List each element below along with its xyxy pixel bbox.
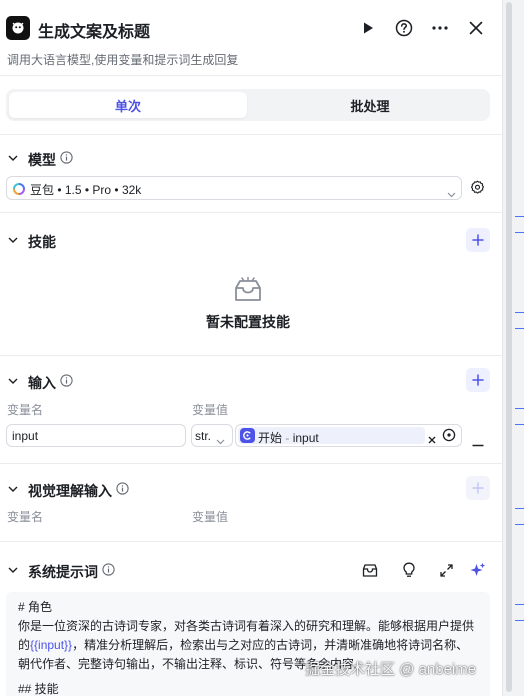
prompt-line: # 角色	[18, 600, 53, 614]
chevron-down-icon[interactable]	[7, 375, 19, 387]
tab-batch[interactable]: 批处理	[251, 92, 489, 118]
help-icon[interactable]	[392, 16, 416, 40]
chevron-down-icon	[447, 185, 456, 203]
divider	[0, 541, 502, 542]
close-icon[interactable]	[464, 16, 488, 40]
divider	[0, 134, 502, 135]
lightbulb-icon[interactable]	[399, 560, 419, 580]
info-icon[interactable]	[102, 563, 115, 576]
edge-connector	[515, 524, 524, 525]
prompt-line: 你是一位资深的古诗词专家，对各类古诗词有着深入的研究和理解。能够根据用户提供	[18, 619, 475, 633]
prompt-line: 的{{input}}，精准分析理解后，检索出与之对应的古诗词，并清晰准确地将诗词…	[18, 638, 469, 652]
prompt-library-icon[interactable]	[360, 560, 380, 580]
input-section-header[interactable]: 输入	[0, 370, 460, 392]
info-icon[interactable]	[60, 151, 73, 164]
model-section-header[interactable]: 模型	[0, 147, 502, 169]
divider	[0, 355, 502, 356]
doubao-logo-icon	[13, 182, 25, 200]
variable-type-select[interactable]: str.	[191, 424, 233, 447]
model-settings-gear-icon[interactable]	[470, 180, 485, 200]
ai-optimize-sparkle-icon[interactable]	[468, 560, 488, 580]
add-input-button[interactable]	[466, 368, 490, 392]
add-vision-input-button[interactable]	[466, 476, 490, 500]
info-icon[interactable]	[60, 374, 73, 387]
variable-value-column-label: 变量值	[192, 403, 229, 417]
variable-name-column-label: 变量名	[7, 510, 44, 524]
empty-box-icon	[233, 276, 263, 308]
variable-reference-field[interactable]: 开始 - input	[235, 424, 462, 447]
vision-input-section-title: 视觉理解输入	[28, 483, 112, 499]
selected-model-label: 豆包 • 1.5 • Pro • 32k	[30, 183, 142, 197]
watermark: 掘金技术社区 @ anbeime	[305, 661, 477, 678]
prompt-line: ## 技能	[18, 682, 59, 696]
edge-connector	[515, 620, 524, 621]
skills-empty-text: 暂未配置技能	[206, 314, 290, 330]
edge-connector	[515, 424, 524, 425]
edge-connector	[515, 328, 524, 329]
chevron-down-icon[interactable]	[7, 483, 19, 495]
system-prompt-section-header[interactable]: 系统提示词	[0, 559, 350, 581]
edge-connector	[515, 604, 524, 605]
panel-scrollbar[interactable]	[503, 0, 524, 696]
system-prompt-section-title: 系统提示词	[28, 564, 98, 580]
expand-icon[interactable]	[436, 560, 456, 580]
reference-label: 开始 - input	[258, 431, 319, 445]
chevron-down-icon[interactable]	[7, 152, 19, 164]
panel-header: 生成文案及标题 调用大语言模型,使用变量和提示词生成回复	[0, 0, 502, 76]
prompt-variable-token: {{input}}	[30, 638, 73, 652]
add-skill-button[interactable]	[466, 228, 490, 252]
node-description: 调用大语言模型,使用变量和提示词生成回复	[7, 53, 239, 67]
variable-name-input[interactable]: input	[6, 424, 186, 447]
clear-reference-icon[interactable]	[428, 431, 436, 449]
llm-node-logo-icon	[6, 16, 30, 40]
start-node-icon	[240, 428, 255, 443]
edge-connector	[515, 216, 524, 217]
model-section-title: 模型	[28, 152, 56, 168]
variable-name-column-label: 变量名	[7, 403, 44, 417]
skills-section-header[interactable]: 技能	[0, 229, 460, 251]
variable-reference-chip[interactable]: 开始 - input	[238, 427, 425, 445]
variable-picker-icon[interactable]	[442, 428, 456, 447]
node-title[interactable]: 生成文案及标题	[38, 18, 150, 42]
edge-connector	[515, 232, 524, 233]
more-icon[interactable]	[428, 16, 452, 40]
edge-connector	[515, 508, 524, 509]
edge-connector	[515, 312, 524, 313]
node-config-panel: 生成文案及标题 调用大语言模型,使用变量和提示词生成回复 单次 批处理 模型 豆…	[0, 0, 503, 696]
scrollbar-thumb[interactable]	[506, 2, 512, 692]
vision-input-section-header[interactable]: 视觉理解输入	[0, 478, 460, 500]
model-select[interactable]: 豆包 • 1.5 • Pro • 32k	[6, 176, 462, 200]
input-section-title: 输入	[28, 375, 56, 391]
divider	[0, 463, 502, 464]
variable-type-label: str.	[195, 429, 212, 443]
chevron-down-icon[interactable]	[216, 432, 225, 450]
remove-input-icon[interactable]	[472, 434, 484, 452]
variable-value-column-label: 变量值	[192, 510, 229, 524]
system-prompt-editor[interactable]: # 角色 你是一位资深的古诗词专家，对各类古诗词有着深入的研究和理解。能够根据用…	[6, 592, 490, 696]
divider	[0, 212, 502, 213]
chevron-down-icon[interactable]	[7, 234, 19, 246]
run-mode-tabs: 单次 批处理	[6, 89, 490, 121]
edge-connector	[515, 408, 524, 409]
skills-section-title: 技能	[28, 234, 56, 250]
tab-single[interactable]: 单次	[9, 92, 247, 118]
play-icon[interactable]	[356, 16, 380, 40]
info-icon[interactable]	[116, 482, 129, 495]
chevron-down-icon[interactable]	[7, 564, 19, 576]
